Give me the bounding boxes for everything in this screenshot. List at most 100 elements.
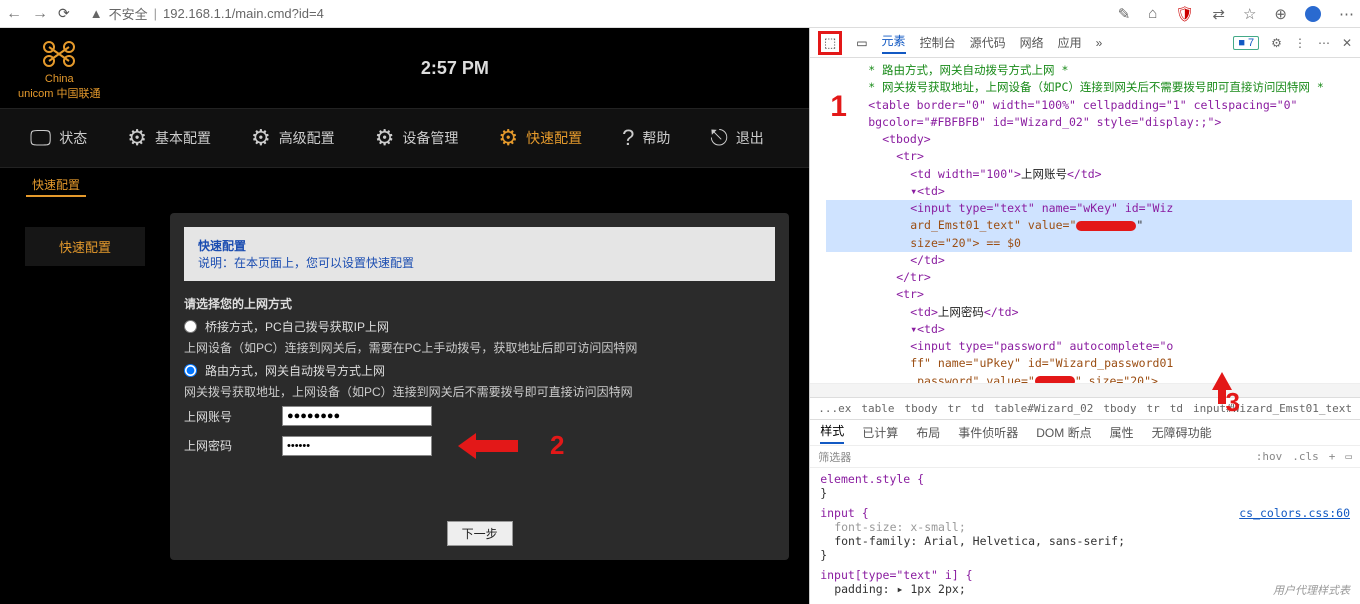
tab-a11y[interactable]: 无障碍功能 [1152,424,1212,441]
back-icon[interactable]: ← [6,5,22,23]
hint-title: 快速配置 [198,237,761,254]
tab-elements[interactable]: 元素 [882,32,906,54]
styles-panel: 样式 已计算 布局 事件侦听器 DOM 断点 属性 无障碍功能 筛选器 :hov… [810,419,1360,604]
nav-help[interactable]: ?帮助 [622,125,670,151]
horizontal-scrollbar[interactable] [810,383,1360,397]
source-link[interactable]: cs_colors.css:60 [1239,506,1350,520]
more-icon[interactable]: ▭ [1345,450,1352,463]
tab-styles[interactable]: 样式 [820,422,844,444]
dom-password-node[interactable]: <input type="password" autocomplete="o f… [826,338,1352,383]
reload-icon[interactable]: ⟳ [58,5,70,22]
dom-breadcrumbs[interactable]: ...ex table tbody tr td table#Wizard_02 … [810,397,1360,419]
next-button[interactable]: 下一步 [447,521,513,546]
annotation-3: 3 [1226,387,1240,418]
more-icon[interactable]: ⋯ [1318,36,1330,50]
cls-toggle[interactable]: .cls [1292,450,1319,463]
dock-icon[interactable]: ⋮ [1294,36,1306,50]
input-username[interactable] [282,406,432,426]
new-style-icon[interactable]: + [1329,450,1336,463]
sliders-icon: ⚙ [498,125,518,151]
separator: | [154,6,157,21]
label-password: 上网密码 [184,437,264,454]
redacted-value [1035,376,1075,383]
inspect-element-icon[interactable]: ⬚ [818,31,842,55]
logout-icon: ⎋ [710,125,727,151]
tab-sources[interactable]: 源代码 [970,34,1006,51]
security-label: 不安全 [109,4,148,23]
nav-basic[interactable]: ⚙基本配置 [127,125,211,151]
home-icon[interactable]: ⌂ [1148,5,1157,22]
tab-application[interactable]: 应用 [1058,34,1082,51]
dom-selected-node[interactable]: <input type="text" name="wKey" id="Wiz a… [826,200,1352,252]
input-password[interactable] [282,436,432,456]
opt-route-desc: 网关拨号获取地址，上网设备（如PC）连接到网关后不需要拨号即可直接访问因特网 [184,383,775,400]
more-icon[interactable]: ⋯ [1339,5,1354,23]
nav-quick[interactable]: ⚙快速配置 [498,125,582,151]
sidebar-item-quick[interactable]: 快速配置 [25,227,145,266]
browser-toolbar: ← → ⟳ ▲ 不安全 | 192.168.1.1/main.cmd?id=4 … [0,0,1360,28]
warning-icon: ▲ [90,6,103,21]
question-icon: ? [622,125,634,151]
dom-tree[interactable]: * 路由方式，网关自动拨号方式上网 * * 网关拨号获取地址，上网设备（如PC）… [810,58,1360,383]
issues-badge[interactable]: ■ 7 [1233,36,1259,50]
hint-desc: 说明：在本页面上，您可以设置快速配置 [198,254,761,271]
devtools-panel: ⬚ ▭ 元素 控制台 源代码 网络 应用 » ■ 7 ⚙ ⋮ ⋯ ✕ 1 * 路… [809,28,1360,604]
tab-network[interactable]: 网络 [1020,34,1044,51]
devtools-tabs: ⬚ ▭ 元素 控制台 源代码 网络 应用 » ■ 7 ⚙ ⋮ ⋯ ✕ [810,28,1360,58]
close-icon[interactable]: ✕ [1342,36,1352,50]
opt-bridge-desc: 上网设备（如PC）连接到网关后，需要在PC上手动拨号，获取地址后即可访问因特网 [184,339,775,356]
hov-toggle[interactable]: :hov [1256,450,1283,463]
radio-route[interactable] [184,364,197,377]
settings-icon[interactable]: ⚙ [1271,36,1282,50]
styles-rules[interactable]: element.style { } input {cs_colors.css:6… [810,468,1360,604]
ua-stylesheet-label: 用户代理样式表 [1273,582,1350,598]
address-bar[interactable]: ▲ 不安全 | 192.168.1.1/main.cmd?id=4 [90,4,324,23]
tab-layout[interactable]: 布局 [916,424,940,441]
main-nav: 🖵状态 ⚙基本配置 ⚙高级配置 ⚙设备管理 ⚙快速配置 ?帮助 ⎋退出 [0,108,809,168]
nav-logout[interactable]: ⎋退出 [710,125,763,151]
annotation-1: 1 [830,90,847,124]
nav-advanced[interactable]: ⚙高级配置 [251,125,335,151]
opt-bridge-label: 桥接方式，PC自己拨号获取IP上网 [205,318,389,335]
dom-node[interactable]: <tr> [896,149,924,163]
tab-console[interactable]: 控制台 [920,34,956,51]
collections-icon[interactable]: ⊕ [1274,5,1287,23]
tab-more[interactable]: » [1096,36,1103,50]
nav-status[interactable]: 🖵状态 [30,125,87,151]
sliders-icon: ⚙ [251,125,271,151]
label-username: 上网账号 [184,408,264,425]
router-admin-page: China unicom 中国联通 2:57 PM 🖵状态 ⚙基本配置 ⚙高级配… [0,28,809,604]
section-title: 请选择您的上网方式 [184,295,775,312]
device-toggle-icon[interactable]: ▭ [856,36,867,50]
monitor-icon: 🖵 [30,125,51,151]
dom-node[interactable]: <tbody> [882,132,930,146]
radio-bridge[interactable] [184,320,197,333]
sliders-icon: ⚙ [127,125,147,151]
styles-filter[interactable]: 筛选器 [818,449,851,465]
dom-comment: * 路由方式，网关自动拨号方式上网 * [826,62,1352,79]
dom-comment: * 网关拨号获取地址，上网设备（如PC）连接到网关后不需要拨号即可直接访问因特网… [826,79,1352,96]
nav-device[interactable]: ⚙设备管理 [375,125,459,151]
gear-icon: ⚙ [375,125,395,151]
opt-route-label: 路由方式，网关自动拨号方式上网 [205,362,385,379]
tab-properties[interactable]: 属性 [1110,424,1134,441]
sidebar: 快速配置 [10,203,160,570]
clock: 2:57 PM [101,58,810,79]
annotation-2: 2 [550,430,564,461]
breadcrumb[interactable]: 快速配置 [26,174,86,197]
tab-computed[interactable]: 已计算 [862,424,898,441]
hint-box: 快速配置 说明：在本页面上，您可以设置快速配置 [184,227,775,281]
redacted-value [1076,221,1136,231]
dom-node[interactable]: ▾<td> [910,184,945,198]
forward-icon[interactable]: → [32,5,48,23]
sync-icon[interactable]: ⇄ [1212,5,1225,23]
dom-node[interactable]: <table border="0" width="100%" cellpaddi… [868,98,1297,129]
red-arrow-icon [458,433,518,459]
shield-icon[interactable]: 🛡 [1175,5,1194,23]
read-aloud-icon[interactable]: ✎ [1118,5,1131,23]
tab-listeners[interactable]: 事件侦听器 [958,424,1018,441]
profile-icon[interactable] [1305,6,1321,22]
content-panel: 快速配置 说明：在本页面上，您可以设置快速配置 请选择您的上网方式 桥接方式，P… [170,213,789,560]
tab-dom-breakpoints[interactable]: DOM 断点 [1036,424,1091,441]
favorites-icon[interactable]: ☆ [1243,5,1256,23]
